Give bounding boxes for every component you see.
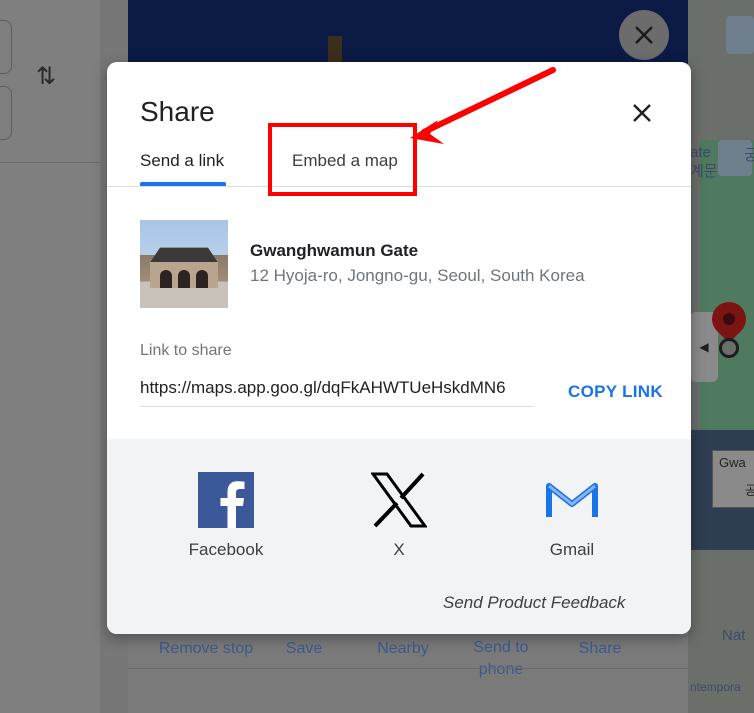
close-icon — [633, 104, 651, 122]
place-address: 12 Hyoja-ro, Jongno-gu, Seoul, South Kor… — [250, 266, 585, 285]
thumbnail-gate — [178, 270, 190, 288]
x-icon — [370, 472, 428, 528]
directions-panel — [0, 0, 101, 713]
close-dialog-button[interactable] — [627, 98, 657, 128]
remove-stop-action: Remove stop — [158, 640, 254, 657]
destination-input — [0, 86, 12, 140]
facebook-icon — [198, 472, 254, 528]
close-place-panel-button — [619, 10, 669, 60]
thumbnail-roof — [150, 247, 218, 262]
dialog-title: Share — [140, 96, 215, 127]
nearby-action: Nearby — [377, 640, 429, 657]
map-label: ate — [690, 144, 711, 161]
place-name: Gwanghwamun Gate — [250, 241, 419, 260]
actions-divider — [128, 668, 688, 669]
close-icon — [635, 26, 653, 44]
map-label: Gwa — [719, 455, 746, 470]
link-label: Link to share — [140, 342, 232, 359]
share-action: Share — [578, 640, 622, 657]
swap-directions-icon: ⇅ — [36, 62, 57, 90]
share-facebook-button[interactable]: Facebook — [166, 472, 286, 560]
map-label: Nat — [722, 627, 746, 644]
map-place-label: Gwa 공 — [712, 450, 754, 508]
map-park-area — [700, 140, 754, 435]
thumbnail-gate — [196, 270, 208, 288]
place-thumbnail — [140, 220, 228, 308]
annotation-arrow-icon — [410, 67, 556, 144]
gmail-icon — [544, 472, 600, 528]
panel-divider — [0, 162, 100, 163]
tab-send-link[interactable]: Send a link — [140, 151, 224, 171]
thumbnail-gate — [160, 270, 172, 288]
send-to-phone-action: Send to phone — [473, 639, 529, 678]
map-poi-icon — [726, 16, 754, 54]
pin-center — [723, 313, 735, 325]
map-label: 공 — [745, 483, 754, 498]
share-target-label: X — [393, 540, 405, 559]
annotation-highlight-box — [268, 123, 417, 196]
save-action: Save — [285, 640, 323, 657]
share-targets-area: Facebook X Gmail Send Product Feedback — [107, 439, 691, 634]
pin-anchor — [719, 338, 739, 358]
send-feedback-link[interactable]: Send Product Feedback — [443, 593, 625, 613]
share-gmail-button[interactable]: Gmail — [512, 472, 632, 560]
copy-link-button[interactable]: COPY LINK — [568, 382, 663, 402]
share-link-field[interactable]: https://maps.app.goo.gl/dqFkAHWTUeHskdMN… — [140, 378, 534, 407]
map-label: ntempora — [690, 680, 741, 694]
share-target-label: Facebook — [188, 540, 264, 559]
share-x-button[interactable]: X — [339, 472, 459, 560]
map-label: 궁 — [744, 147, 754, 164]
share-target-label: Gmail — [549, 540, 595, 559]
map-label: 계문 — [690, 163, 718, 180]
origin-input — [0, 20, 12, 74]
